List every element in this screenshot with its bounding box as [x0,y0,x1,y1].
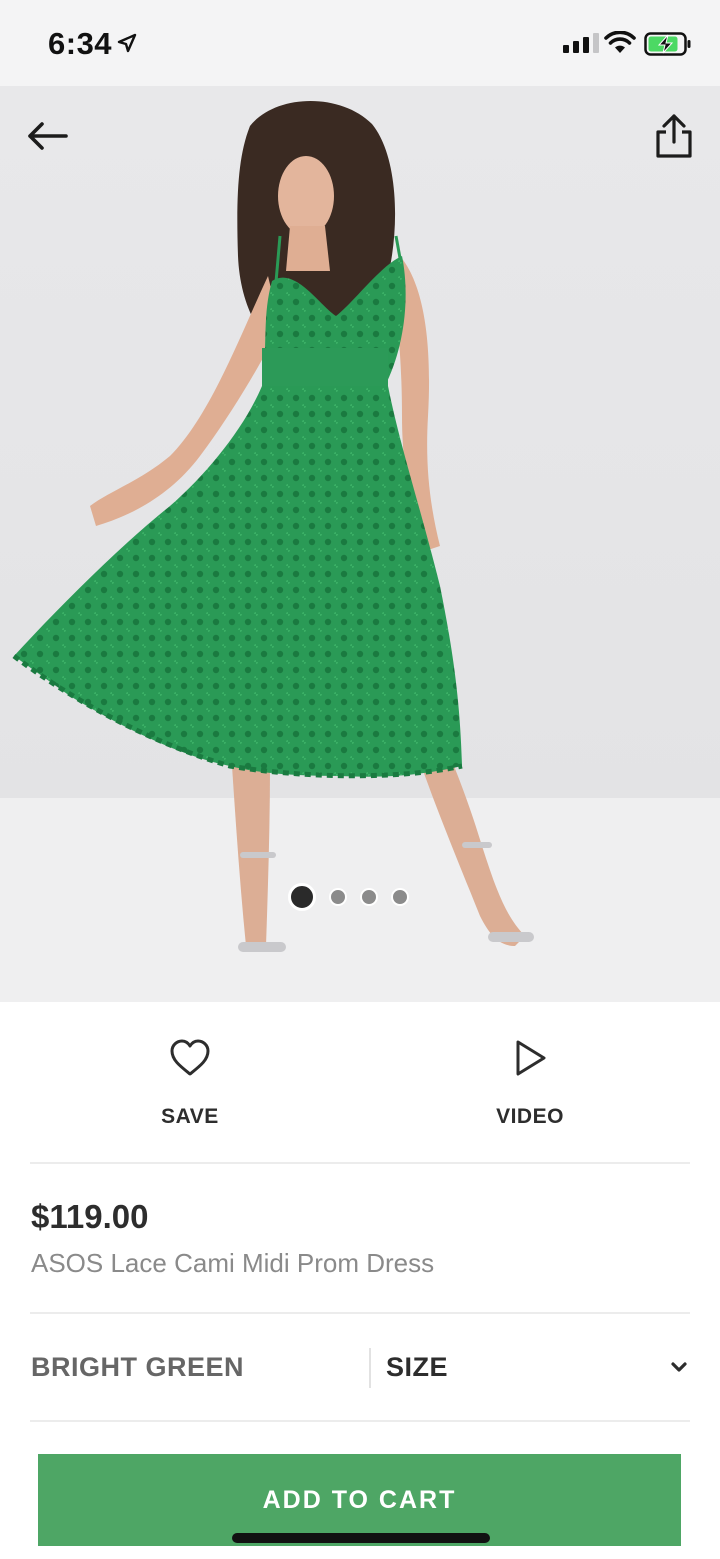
share-icon[interactable] [652,112,696,160]
location-arrow-icon [117,33,137,53]
colour-value: BRIGHT GREEN [31,1352,245,1382]
product-image[interactable] [0,86,720,1002]
divider [30,1162,690,1164]
wifi-icon [604,31,636,53]
option-separator [369,1348,371,1388]
signal-icon [563,33,599,53]
status-time: 6:34 [48,26,113,61]
video-label: VIDEO [496,1105,564,1128]
status-bar: 6:34 [0,0,720,86]
carousel-dot[interactable] [391,888,409,906]
product-actions: SAVE VIDEO [0,1002,720,1162]
product-photo-green-lace-dress [0,100,720,1002]
video-button[interactable]: VIDEO [450,1038,610,1129]
heart-icon [170,1039,210,1076]
carousel-dot[interactable] [288,883,316,911]
divider [30,1312,690,1314]
play-icon [516,1040,546,1076]
chevron-down-icon [671,1362,687,1372]
back-arrow-icon[interactable] [24,116,72,156]
carousel-indicator[interactable] [288,883,409,911]
home-indicator[interactable] [232,1533,490,1543]
save-button[interactable]: SAVE [110,1038,270,1129]
battery-charging-icon [644,32,691,56]
product-name: ASOS Lace Cami Midi Prom Dress [31,1248,435,1278]
save-label: SAVE [161,1105,219,1128]
product-price: $119.00 [31,1198,149,1235]
size-label: SIZE [386,1352,449,1382]
carousel-dot[interactable] [329,888,347,906]
carousel-dot[interactable] [360,888,378,906]
divider [30,1420,690,1422]
size-select[interactable]: SIZE [386,1340,690,1396]
